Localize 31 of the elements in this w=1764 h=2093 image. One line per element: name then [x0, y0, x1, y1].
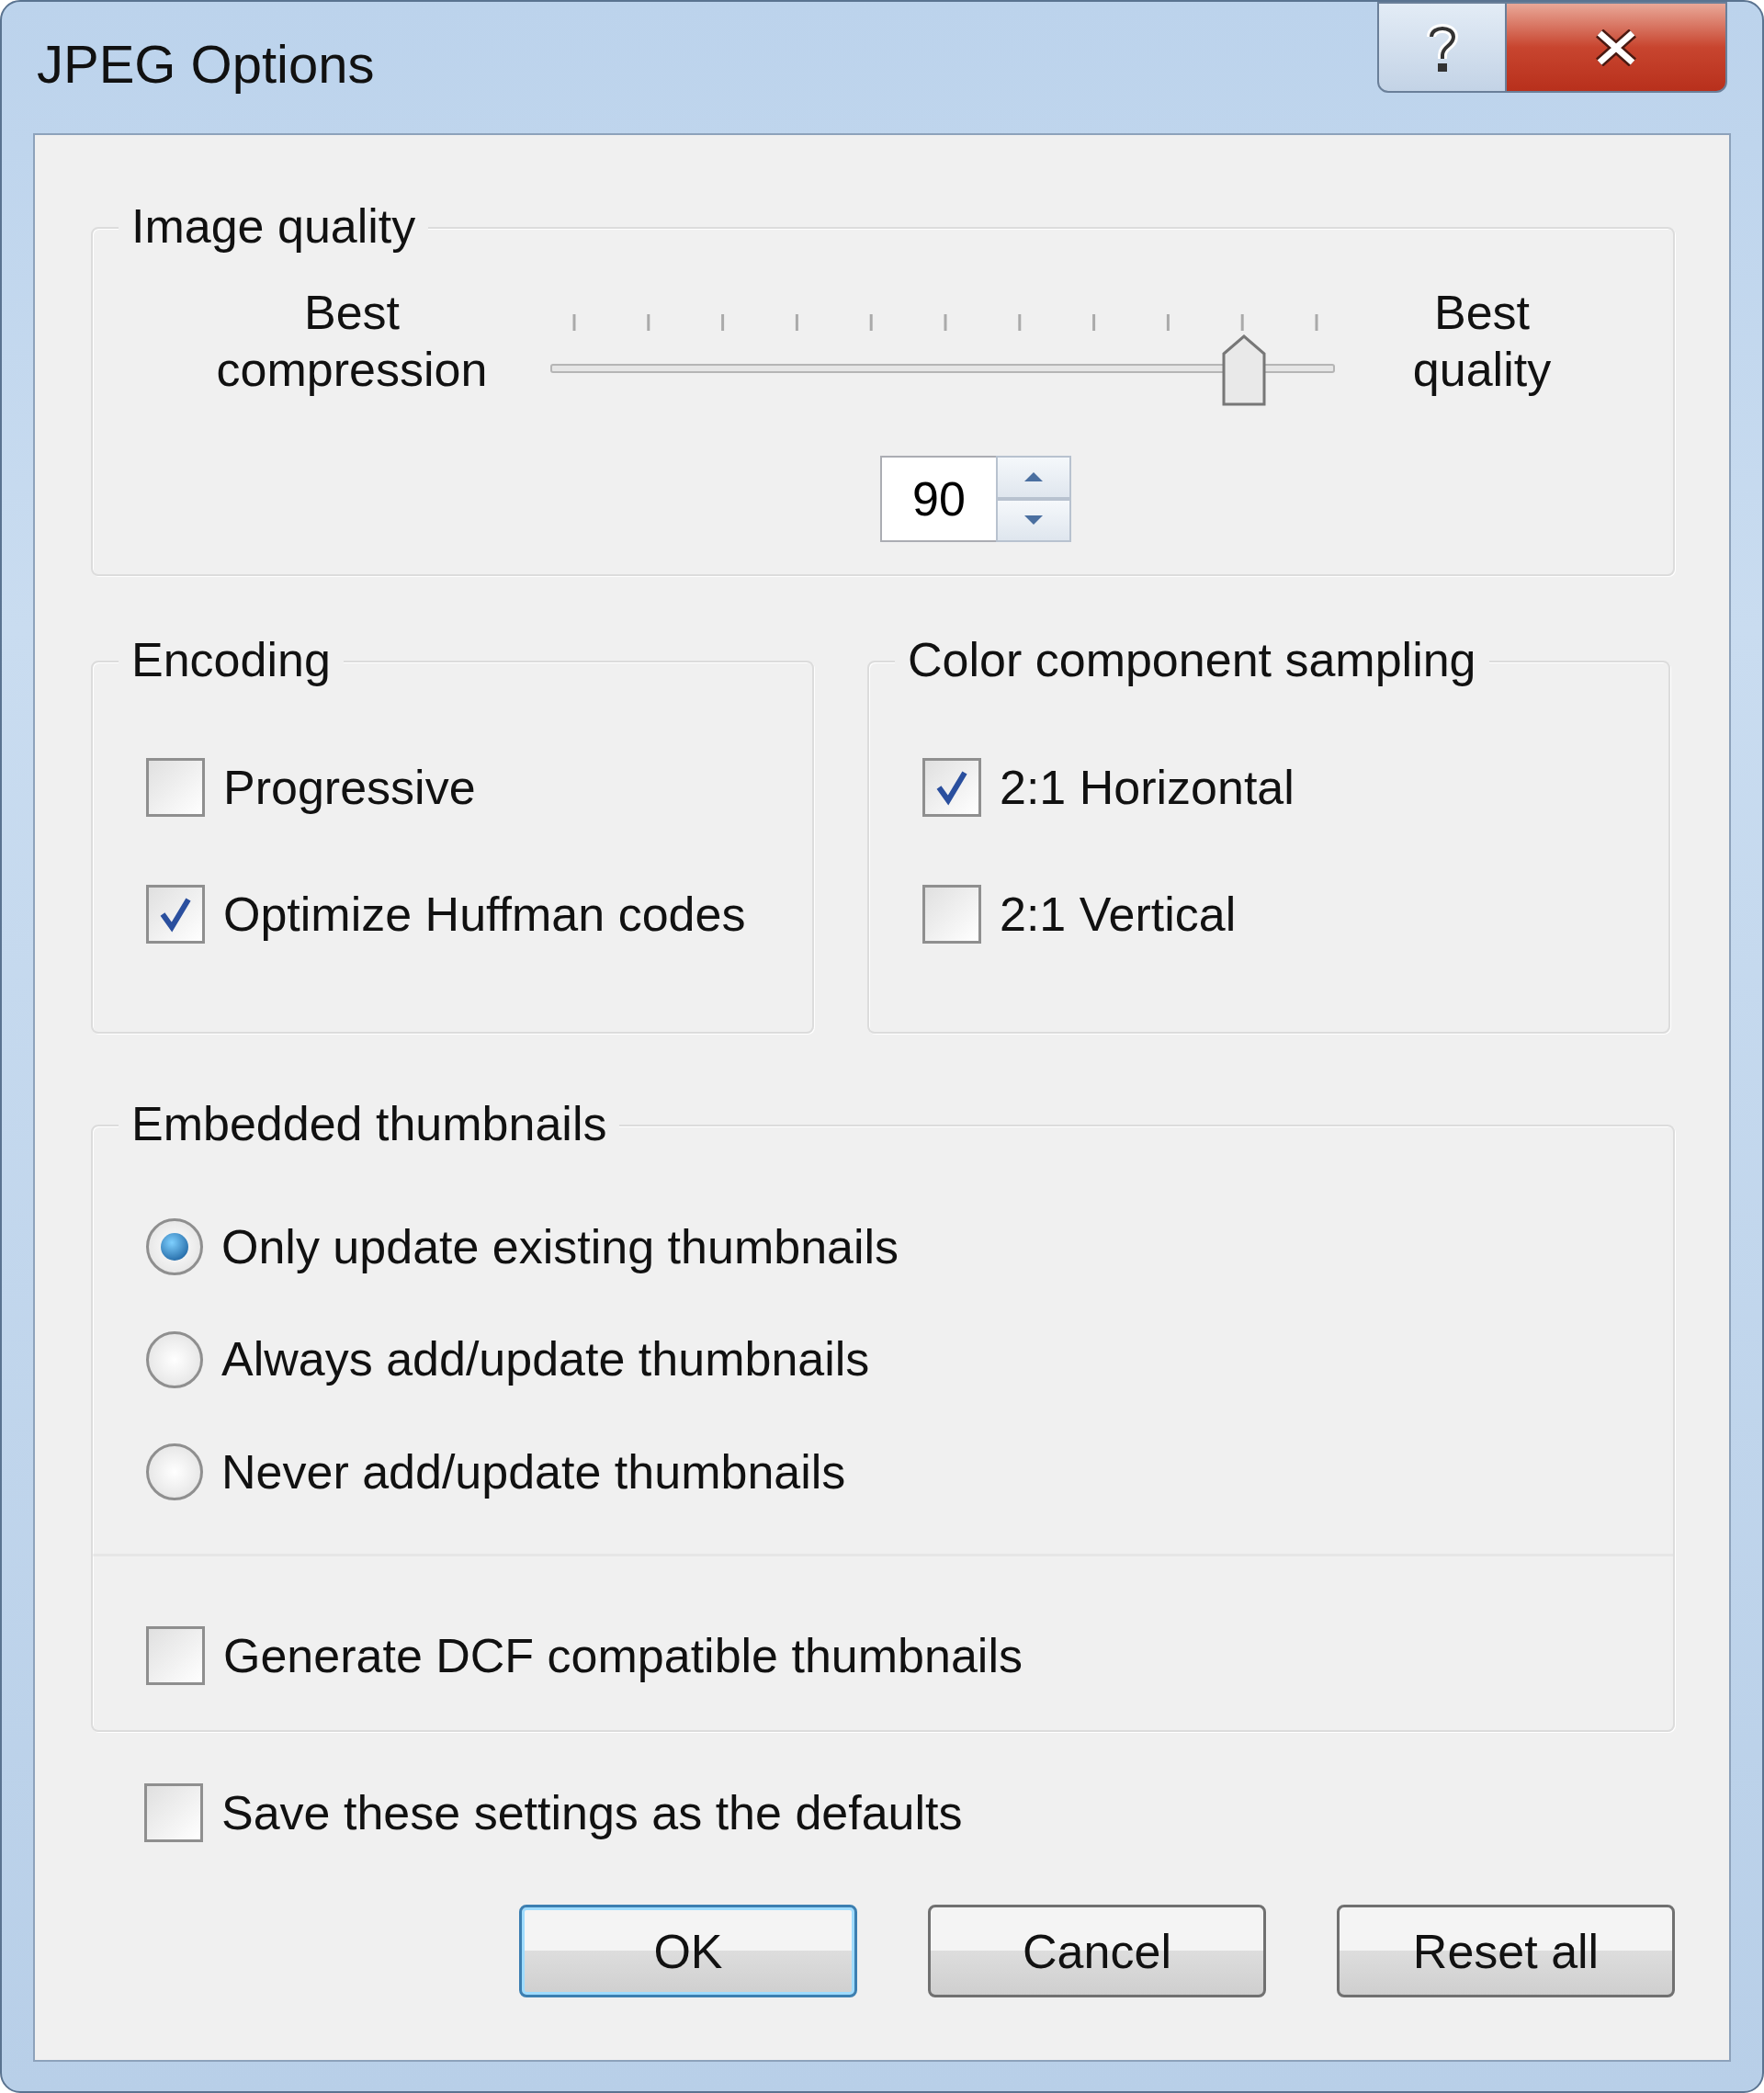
dialog-button[interactable]: Reset all	[1337, 1905, 1675, 1997]
close-icon	[1595, 28, 1637, 66]
checkbox[interactable]	[922, 885, 981, 944]
checkbox-label: Generate DCF compatible thumbnails	[223, 1627, 1023, 1684]
number-field[interactable]: 90	[880, 455, 996, 542]
checkbox[interactable]	[146, 1626, 205, 1686]
radio-label: Only update existing thumbnails	[221, 1219, 899, 1275]
slider-min-label: Best compression	[215, 285, 489, 399]
checkbox[interactable]	[146, 758, 205, 817]
checkbox-label: 2:1 Vertical	[1000, 886, 1237, 943]
spin-down-button[interactable]	[996, 498, 1071, 542]
close-button[interactable]	[1507, 2, 1727, 93]
radio-label: Never add/update thumbnails	[221, 1443, 846, 1500]
checkbox[interactable]	[146, 885, 205, 944]
dialog-button[interactable]: Cancel	[928, 1905, 1266, 1997]
help-button[interactable]	[1377, 2, 1507, 93]
checkbox-label: 2:1 Horizontal	[1000, 759, 1295, 816]
spin-up-button[interactable]	[996, 455, 1071, 499]
down-arrow-icon	[1023, 515, 1044, 526]
checkbox-label: Optimize Huffman codes	[223, 886, 746, 943]
checkbox-label: Save these settings as the defaults	[221, 1784, 963, 1841]
slider-max-label: Best quality	[1411, 285, 1553, 399]
window-title: JPEG Options	[37, 35, 375, 94]
checkbox-label: Progressive	[223, 759, 476, 816]
up-arrow-icon	[1023, 471, 1044, 483]
dialog-button[interactable]: OK	[519, 1905, 857, 1997]
slider-thumb[interactable]	[1221, 334, 1268, 408]
radio-label: Always add/update thumbnails	[221, 1331, 870, 1388]
help-icon	[1425, 21, 1459, 74]
checkbox[interactable]	[922, 758, 981, 817]
checkbox[interactable]	[144, 1783, 203, 1842]
